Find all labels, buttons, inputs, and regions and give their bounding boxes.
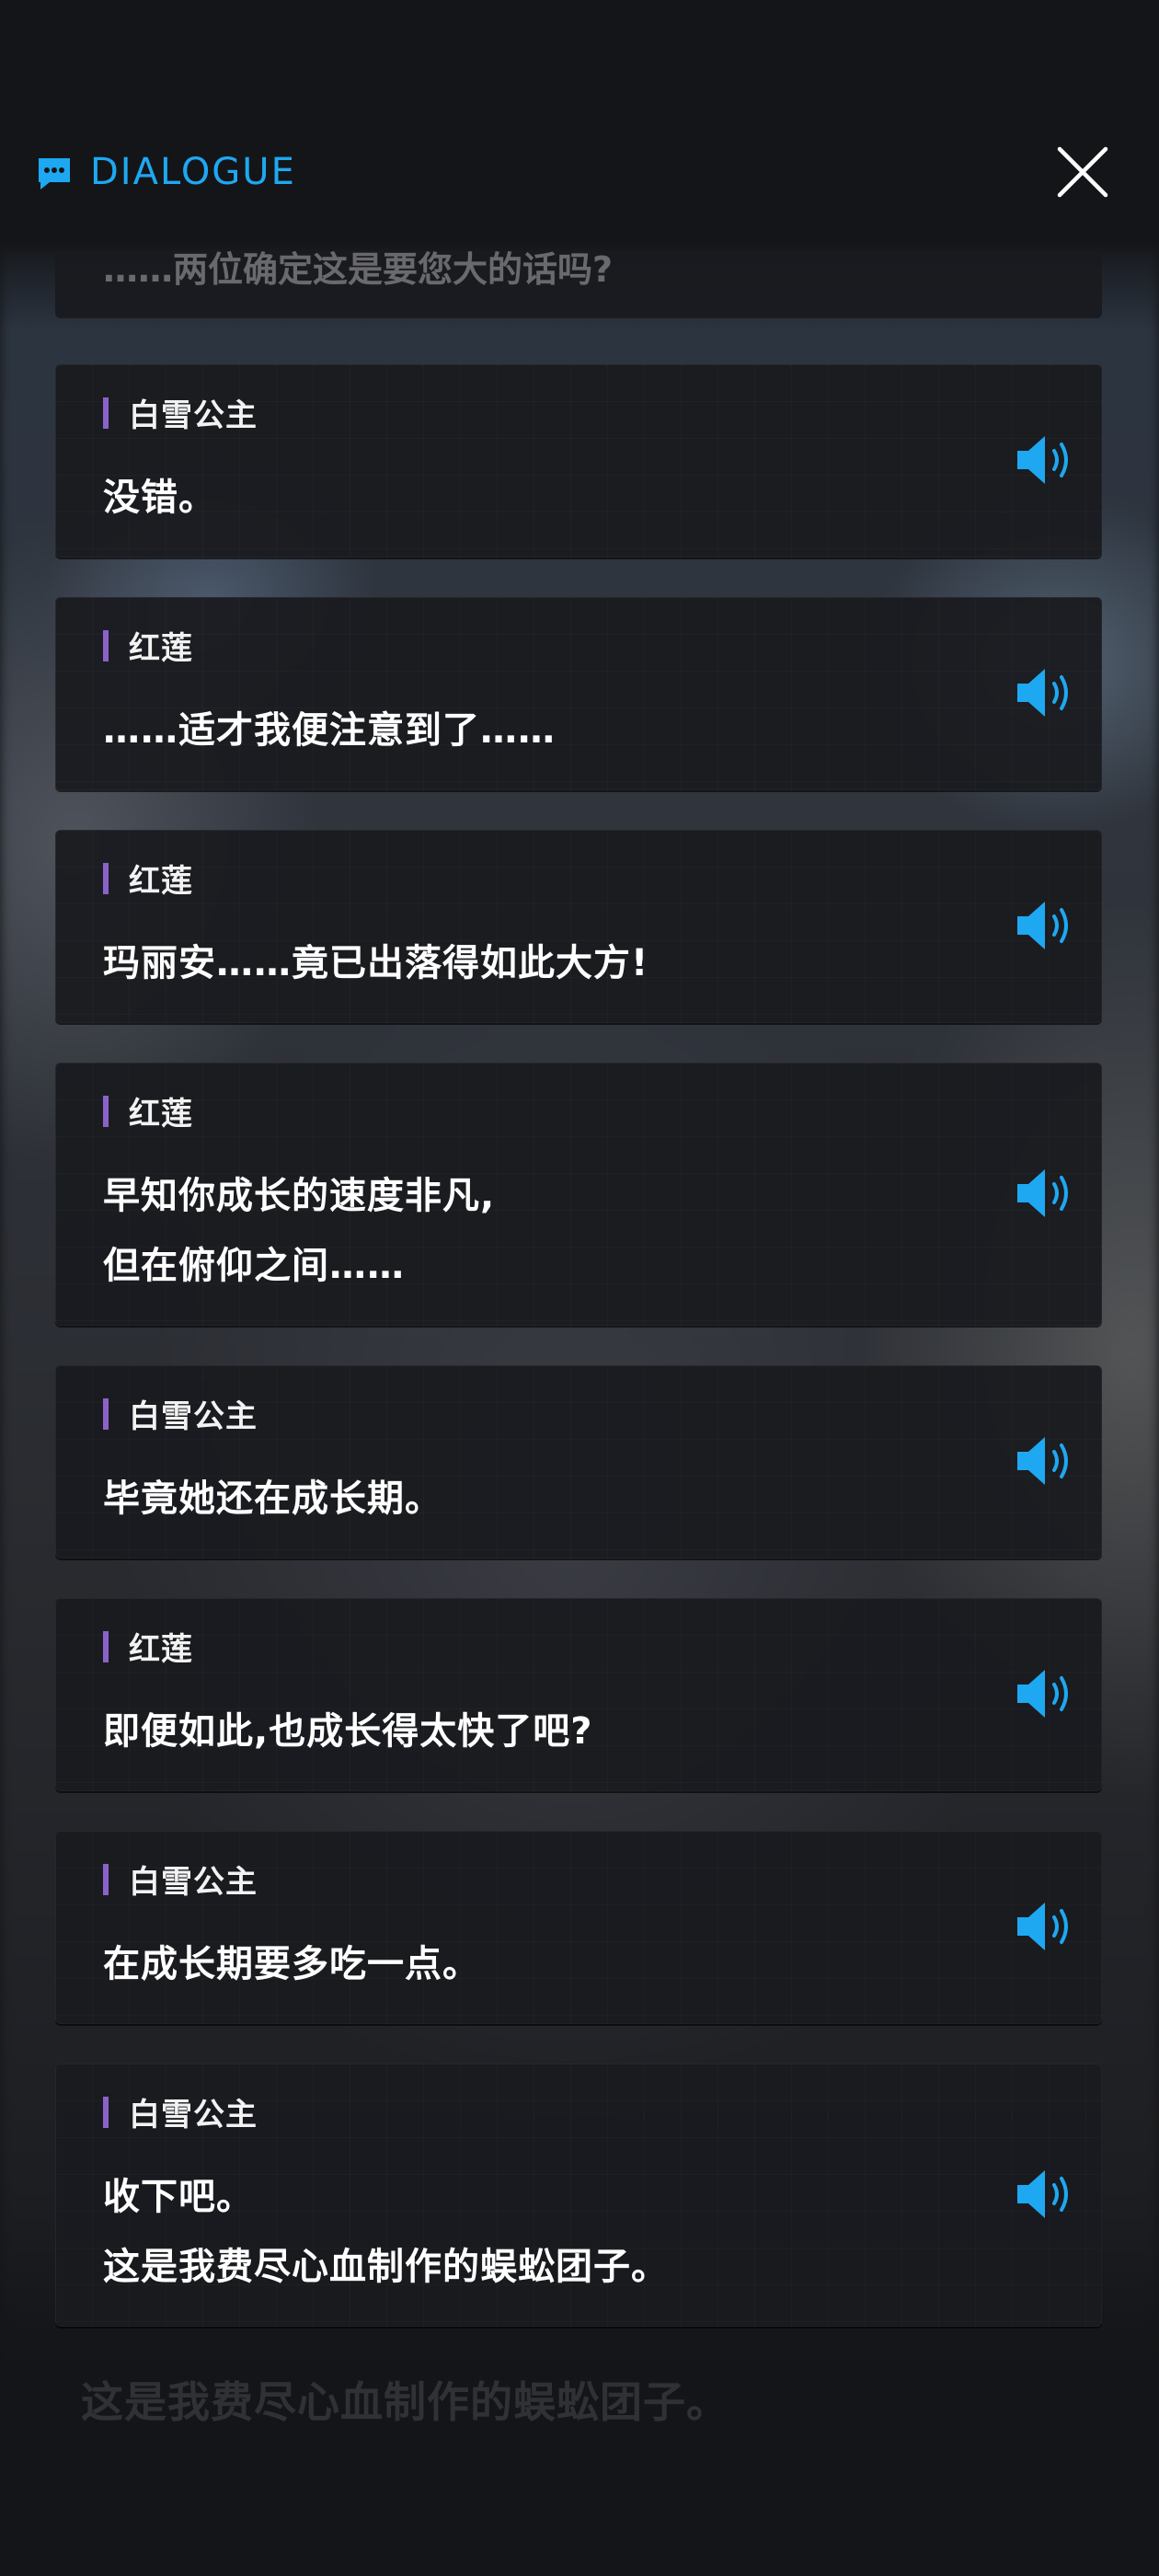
dialogue-entry: 白雪公主 没错。 [55, 364, 1102, 558]
speaker-marker [103, 862, 109, 894]
voice-play-button[interactable] [1014, 665, 1078, 720]
speaker-icon [1017, 1169, 1068, 1217]
speaker-name: 红莲 [129, 630, 193, 667]
speaker-icon [1017, 1437, 1068, 1485]
voice-play-button[interactable] [1014, 1166, 1078, 1221]
speaker-marker [103, 1095, 109, 1127]
speaker-marker [103, 1397, 109, 1430]
dialogue-line: 没错。 [103, 477, 216, 519]
dialogue-entry: 白雪公主 收下吧。 这是我费尽心血制作的蜈蚣团子。 [55, 2064, 1102, 2327]
dialogue-line: 在成长期要多吃一点。 [103, 1943, 480, 1985]
speaker-name: 红莲 [129, 1631, 193, 1668]
dialogue-entry: 白雪公主 在成长期要多吃一点。 [55, 1831, 1102, 2024]
speaker-label: 白雪公主 [103, 2089, 258, 2134]
dialogue-header: DIALOGUE [0, 138, 1159, 212]
speaker-marker [103, 1863, 109, 1895]
speaker-name: 白雪公主 [129, 397, 258, 434]
voice-play-button[interactable] [1014, 898, 1078, 953]
dialogue-entry: 红莲 早知你成长的速度非凡, 但在俯仰之间…… [55, 1063, 1102, 1326]
dialogue-line: 但在俯仰之间…… [103, 1245, 405, 1287]
dialogue-entry-partial: ……两位确定这是要您大的话吗? [55, 250, 1102, 318]
dialogue-line: 收下吧。 [103, 2176, 254, 2218]
dialogue-line: 早知你成长的速度非凡, [103, 1175, 496, 1217]
close-button[interactable] [1049, 138, 1117, 206]
speaker-icon [1017, 436, 1068, 484]
speaker-label: 红莲 [103, 1088, 193, 1133]
speaker-icon [1017, 1670, 1068, 1718]
speaker-icon [1017, 902, 1068, 949]
speaker-label: 白雪公主 [103, 390, 258, 435]
speaker-name: 白雪公主 [129, 1864, 258, 1901]
speaker-label: 白雪公主 [103, 1857, 258, 1902]
speaker-label: 红莲 [103, 623, 193, 668]
speaker-marker [103, 2096, 109, 2128]
close-icon [1057, 146, 1108, 198]
voice-play-button[interactable] [1014, 1899, 1078, 1954]
partial-line: ……两位确定这是要您大的话吗? [103, 250, 614, 290]
speaker-marker [103, 1630, 109, 1662]
speaker-name: 白雪公主 [129, 2097, 258, 2133]
speaker-marker [103, 397, 109, 429]
dialogue-line: 玛丽安……竟已出落得如此大方! [103, 942, 649, 984]
speaker-marker [103, 629, 109, 661]
dialogue-line: 即便如此,也成长得太快了吧? [103, 1710, 593, 1753]
speaker-icon [1017, 669, 1068, 717]
chat-bubble-icon [39, 158, 70, 190]
speaker-label: 白雪公主 [103, 1391, 258, 1436]
speaker-icon [1017, 1903, 1068, 1950]
background-caption: 这是我费尽心血制作的蜈蚣团子。 [81, 2377, 729, 2427]
dialogue-line: 毕竟她还在成长期。 [103, 1478, 442, 1520]
speaker-icon [1017, 2170, 1068, 2218]
speaker-label: 红莲 [103, 1624, 193, 1669]
speaker-name: 白雪公主 [129, 1398, 258, 1435]
dialogue-list[interactable]: ……两位确定这是要您大的话吗? 白雪公主 没错。 红莲 ……适才我便注意到了…… [0, 250, 1159, 2357]
dialogue-entry: 白雪公主 毕竟她还在成长期。 [55, 1365, 1102, 1558]
dialogue-entry: 红莲 玛丽安……竟已出落得如此大方! [55, 830, 1102, 1023]
speaker-name: 红莲 [129, 863, 193, 900]
dialogue-entry: 红莲 即便如此,也成长得太快了吧? [55, 1598, 1102, 1791]
voice-play-button[interactable] [1014, 1666, 1078, 1721]
voice-play-button[interactable] [1014, 2167, 1078, 2222]
voice-play-button[interactable] [1014, 432, 1078, 488]
dialogue-line: ……适才我便注意到了…… [103, 709, 556, 752]
voice-play-button[interactable] [1014, 1433, 1078, 1489]
dialogue-line: 这是我费尽心血制作的蜈蚣团子。 [103, 2246, 669, 2288]
speaker-label: 红莲 [103, 856, 193, 901]
header-title: DIALOGUE [90, 151, 296, 193]
dialogue-entry: 红莲 ……适才我便注意到了…… [55, 597, 1102, 790]
speaker-name: 红莲 [129, 1096, 193, 1133]
